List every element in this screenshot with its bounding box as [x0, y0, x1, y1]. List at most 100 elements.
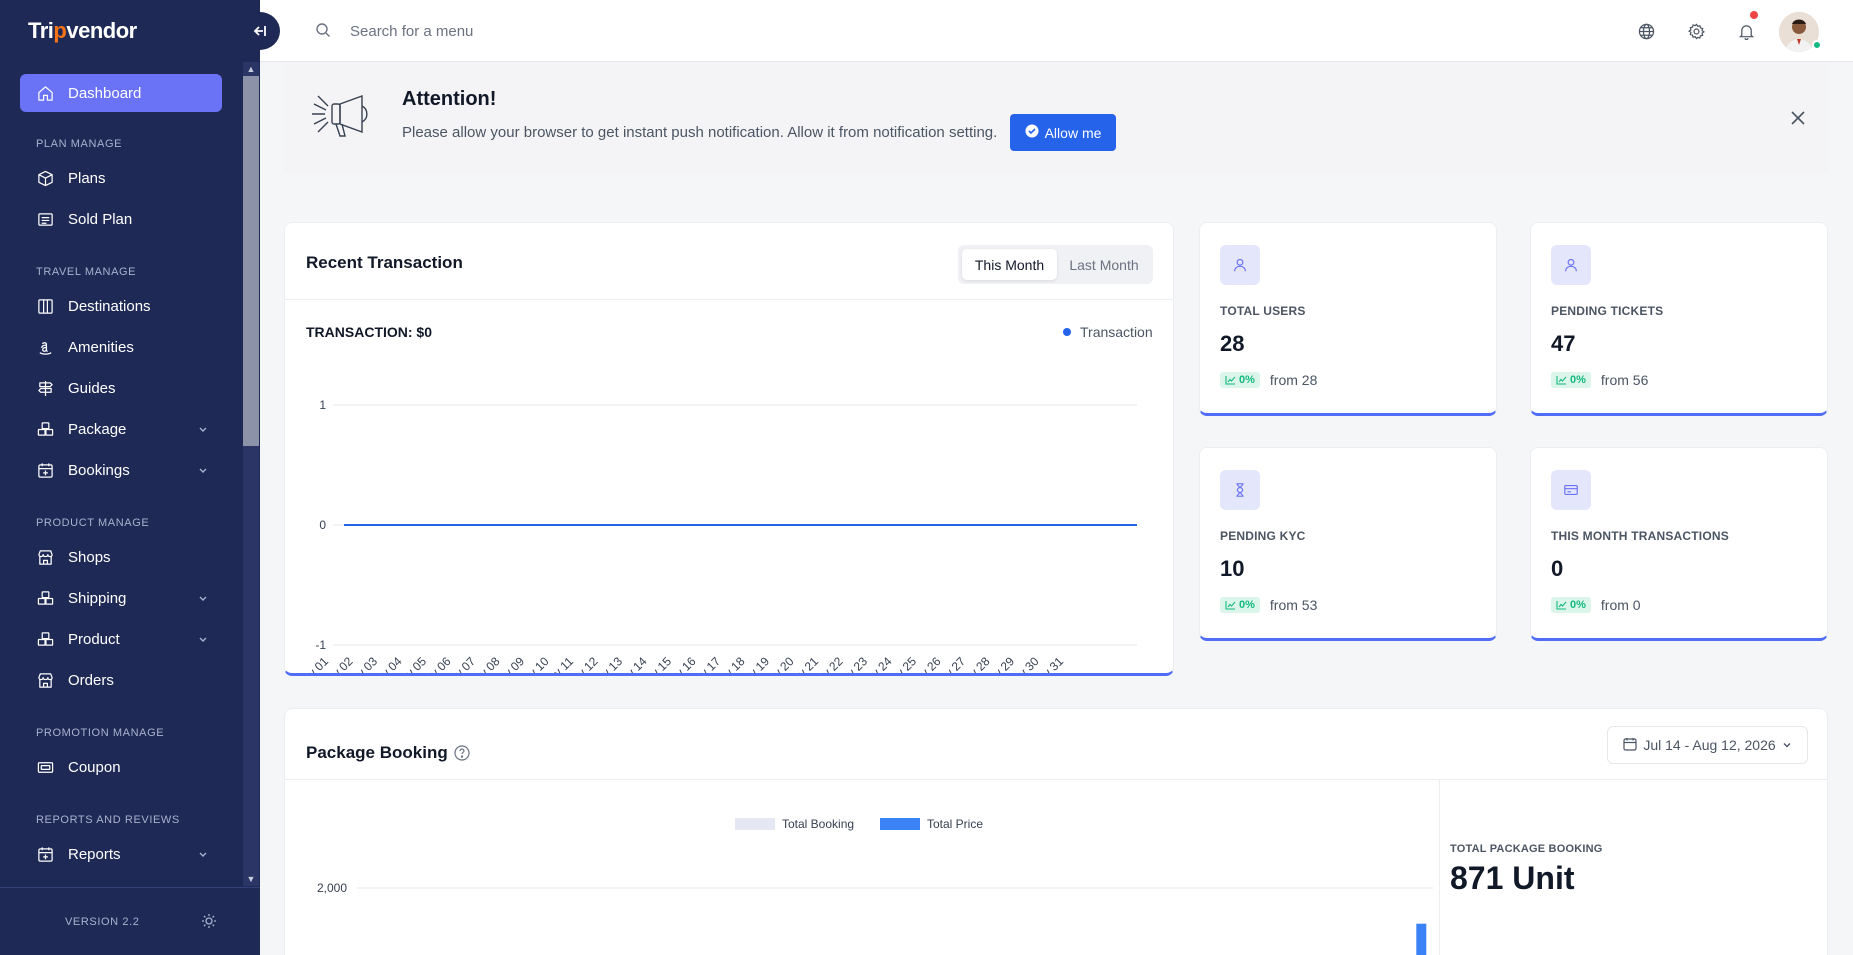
trend-up-icon [1225, 376, 1236, 385]
sidebar-item-label: Package [68, 421, 127, 438]
trend-up-icon [1556, 601, 1567, 610]
transaction-line-chart: 10-1Day 01Day 02Day 03Day 04Day 05Day 06… [294, 398, 1137, 673]
list-icon [36, 211, 54, 229]
stat-value: 0 [1551, 556, 1564, 581]
sidebar-scrollbar[interactable]: ▲ ▼ [243, 62, 259, 886]
gear-icon[interactable] [1685, 20, 1707, 42]
banner-title: Attention! [402, 88, 497, 110]
close-icon[interactable] [1788, 108, 1810, 130]
boxes-icon [36, 421, 54, 439]
check-circle-icon [1025, 124, 1039, 141]
credit-card-icon [1551, 470, 1591, 510]
divider [1439, 780, 1440, 955]
sidebar-item-guides[interactable]: Guides [20, 368, 222, 409]
stat-from: from 56 [1600, 372, 1649, 388]
stat-trend: 0% from 56 [1551, 372, 1648, 388]
sidebar-item-package[interactable]: Package [20, 409, 222, 450]
notification-banner: Attention! Please allow your browser to … [284, 62, 1828, 175]
sidebar-item-label: Destinations [68, 298, 151, 315]
megaphone-icon [312, 90, 382, 145]
scroll-down-icon[interactable]: ▼ [243, 872, 259, 886]
stat-label: PENDING KYC [1220, 529, 1306, 543]
search-input[interactable] [350, 18, 750, 44]
scroll-up-icon[interactable]: ▲ [243, 62, 259, 76]
legend-label[interactable]: Total Booking [782, 817, 854, 831]
legend-label[interactable]: Total Price [927, 817, 983, 831]
sidebar-item-label: Product [68, 631, 120, 648]
sidebar-item-reports[interactable]: Reports [20, 834, 222, 875]
chevron-down-icon [1782, 737, 1792, 753]
sidebar-item-bookings[interactable]: Bookings [20, 450, 222, 491]
sidebar-item-shops[interactable]: Shops [20, 537, 222, 578]
hourglass-icon [1220, 470, 1260, 510]
stat-card-total-users: TOTAL USERS 28 0% from 28 [1199, 222, 1497, 416]
sidebar-item-sold-plan[interactable]: Sold Plan [20, 199, 222, 240]
total-package-booking-value: 871 Unit [1450, 860, 1575, 896]
sidebar-section-label: TRAVEL MANAGE [36, 266, 137, 278]
stat-from: from 53 [1269, 597, 1318, 613]
sidebar-item-destinations[interactable]: Destinations [20, 286, 222, 327]
chart-legend[interactable]: Transaction [1063, 324, 1153, 340]
package-booking-bar-chart: Total BookingTotal Price2,0001,000 [317, 817, 1433, 955]
stat-from: from 28 [1269, 372, 1318, 388]
scroll-thumb[interactable] [243, 76, 259, 446]
brand-logo[interactable]: Tripvendor [28, 18, 137, 44]
store-icon [36, 672, 54, 690]
sidebar-nav: Dashboard PLAN MANAGE Plans Sold Plan TRAVEL… [0, 74, 242, 884]
banner-text: Please allow your browser to get instant… [402, 124, 998, 141]
sidebar-item-product[interactable]: Product [20, 619, 222, 660]
sidebar-item-label: Shipping [68, 590, 127, 607]
sidebar-footer: VERSION 2.2 [0, 887, 260, 955]
sidebar-item-label: Amenities [68, 339, 134, 356]
tab-last-month[interactable]: Last Month [1060, 249, 1148, 280]
sidebar-item-label: Bookings [68, 462, 130, 479]
signpost-icon [36, 380, 54, 398]
sidebar-item-orders[interactable]: Orders [20, 660, 222, 701]
sidebar-item-coupon[interactable]: Coupon [20, 747, 222, 788]
divider [285, 299, 1173, 300]
sidebar-section-label: REPORTS AND REVIEWS [36, 814, 180, 826]
version-label: VERSION 2.2 [65, 915, 140, 928]
stat-value: 10 [1220, 556, 1245, 581]
recent-transaction-card: Recent Transaction This Month Last Month… [284, 222, 1174, 676]
sidebar-item-plans[interactable]: Plans [20, 158, 222, 199]
boxes-icon [36, 631, 54, 649]
bell-icon[interactable] [1735, 11, 1758, 42]
box-icon [36, 170, 54, 188]
tab-this-month[interactable]: This Month [962, 249, 1057, 280]
transaction-summary: TRANSACTION: $0 [306, 324, 433, 340]
calendar-icon [1623, 737, 1637, 754]
chevron-down-icon [198, 421, 208, 438]
user-icon [1220, 245, 1260, 285]
sun-icon[interactable] [201, 913, 219, 931]
sidebar-item-shipping[interactable]: Shipping [20, 578, 222, 619]
notification-badge [1750, 11, 1758, 19]
sidebar-item-dashboard[interactable]: Dashboard [20, 74, 222, 112]
boxes-icon [36, 590, 54, 608]
chevron-down-icon [198, 590, 208, 607]
collapse-sidebar-button[interactable] [240, 12, 280, 50]
stat-value: 28 [1220, 331, 1245, 356]
sidebar-item-amenities[interactable]: Amenities [20, 327, 222, 368]
trend-badge: 0% [1551, 372, 1591, 388]
bar-total-price[interactable] [1416, 923, 1427, 955]
package-booking-card: Package Booking Jul 14 - Aug 12, 2026 To… [284, 708, 1828, 955]
period-tabs: This Month Last Month [958, 245, 1153, 284]
legend-dot [1063, 328, 1071, 336]
home-icon [36, 84, 54, 102]
help-icon[interactable] [454, 745, 470, 761]
trend-badge: 0% [1551, 597, 1591, 613]
trend-badge: 0% [1220, 372, 1260, 388]
stat-label: PENDING TICKETS [1551, 304, 1664, 318]
x-tick-label: Day 01 [294, 654, 331, 673]
stat-trend: 0% from 0 [1551, 597, 1641, 613]
calendar-plus-icon [36, 846, 54, 864]
globe-icon[interactable] [1635, 20, 1657, 42]
y-tick-label: 2,000 [317, 881, 347, 895]
sidebar-section-label: PRODUCT MANAGE [36, 517, 150, 529]
date-range-picker[interactable]: Jul 14 - Aug 12, 2026 [1607, 726, 1808, 764]
allow-notifications-button[interactable]: Allow me [1010, 114, 1116, 151]
online-status-icon [1812, 40, 1822, 50]
sidebar-item-label: Sold Plan [68, 211, 133, 228]
stat-label: THIS MONTH TRANSACTIONS [1551, 529, 1729, 543]
